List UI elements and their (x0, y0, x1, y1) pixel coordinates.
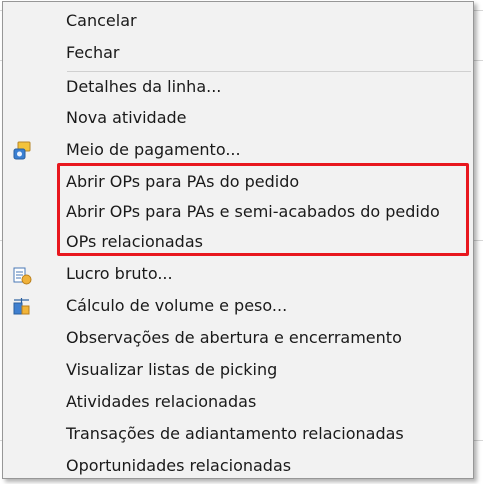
context-menu: Cancelar Fechar Detalhes da linha... Nov… (2, 1, 474, 479)
menu-item-fechar[interactable]: Fechar (3, 39, 473, 69)
menu-item-detalhes-da-linha[interactable]: Detalhes da linha... (3, 73, 473, 103)
menu-item-lucro-bruto[interactable]: Lucro bruto... (3, 260, 473, 290)
menu-item-label: Cancelar (66, 11, 137, 30)
highlight-box (57, 163, 469, 256)
menu-item-cancelar[interactable]: Cancelar (3, 7, 473, 37)
menu-item-atividades-relacionadas[interactable]: Atividades relacionadas (3, 388, 473, 418)
gross-profit-icon (11, 264, 33, 286)
menu-item-label: Fechar (66, 43, 120, 62)
menu-item-label: Visualizar listas de picking (66, 360, 278, 379)
menu-item-label: Atividades relacionadas (66, 392, 257, 411)
volume-weight-icon (11, 296, 33, 318)
menu-item-label: Oportunidades relacionadas (66, 456, 292, 475)
menu-item-visualizar-listas-picking[interactable]: Visualizar listas de picking (3, 356, 473, 386)
menu-item-label: Observações de abertura e encerramento (66, 328, 402, 347)
menu-item-oportunidades-relacionadas[interactable]: Oportunidades relacionadas (3, 452, 473, 482)
menu-item-label: Transações de adiantamento relacionadas (66, 424, 404, 443)
menu-item-transacoes-adiantamento[interactable]: Transações de adiantamento relacionadas (3, 420, 473, 450)
payment-icon (11, 140, 33, 162)
menu-item-observacoes-abertura-encerramento[interactable]: Observações de abertura e encerramento (3, 324, 473, 354)
menu-item-label: Meio de pagamento... (66, 140, 241, 159)
menu-item-label: Nova atividade (66, 108, 187, 127)
menu-item-calculo-volume-peso[interactable]: Cálculo de volume e peso... (3, 292, 473, 322)
menu-item-nova-atividade[interactable]: Nova atividade (3, 104, 473, 134)
menu-item-label: Detalhes da linha... (66, 77, 222, 96)
menu-item-label: Cálculo de volume e peso... (66, 296, 288, 315)
menu-item-meio-de-pagamento[interactable]: Meio de pagamento... (3, 136, 473, 166)
menu-separator (67, 71, 471, 72)
menu-item-label: Lucro bruto... (66, 264, 173, 283)
